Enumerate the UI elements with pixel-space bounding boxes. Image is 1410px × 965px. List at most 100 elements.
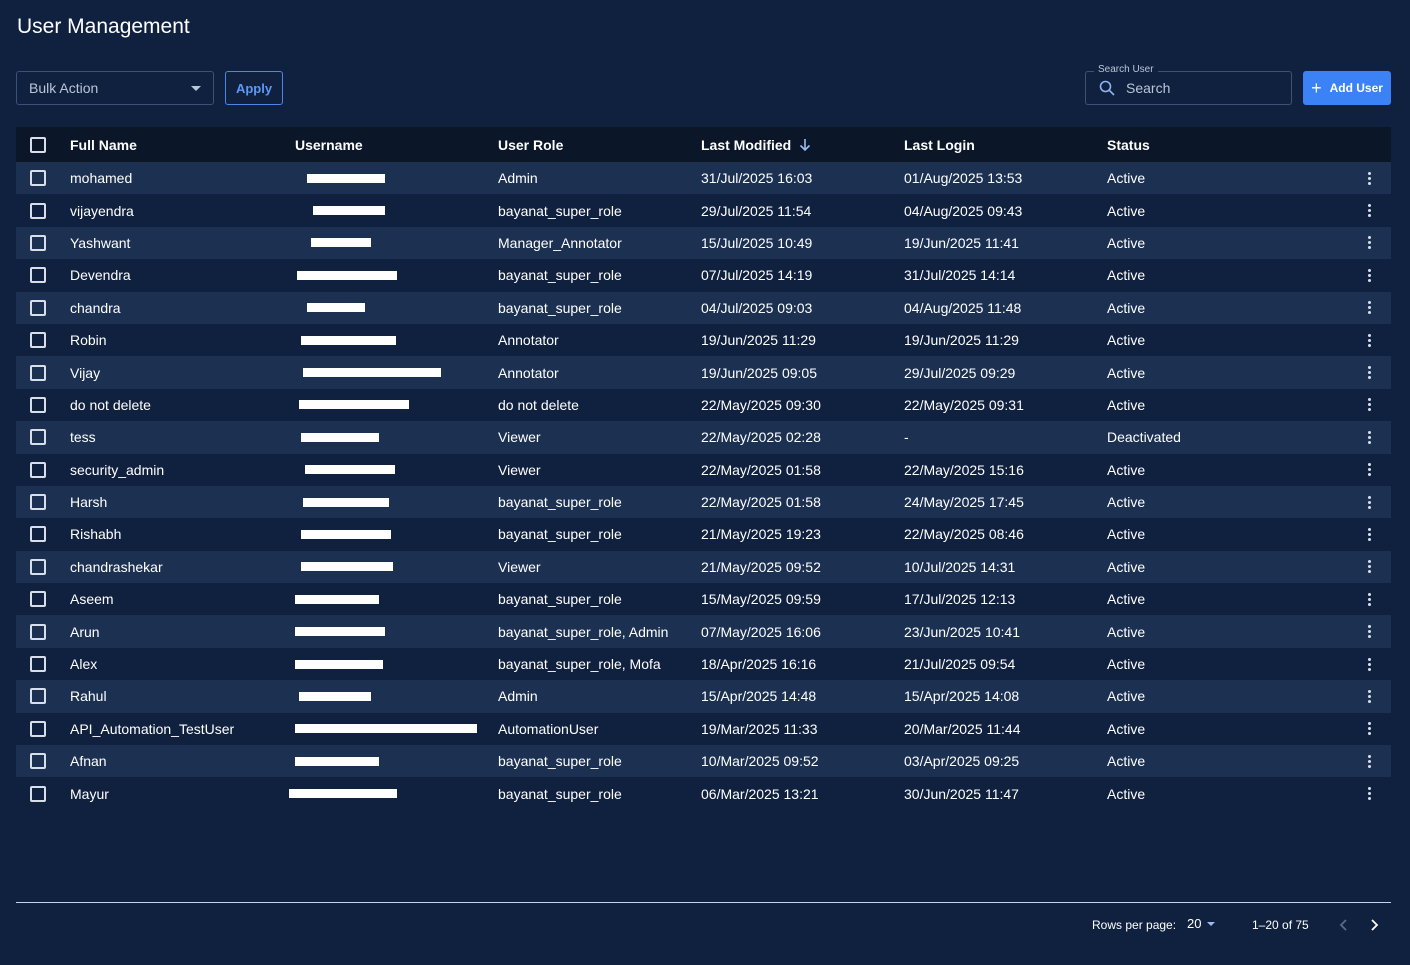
table-row[interactable]: vijayendra bayanat_super_role 29/Jul/2025 … xyxy=(16,194,1391,227)
more-vertical-icon[interactable] xyxy=(1364,753,1375,770)
table-row[interactable]: mohamed mohamed.s Admin 31/Jul/2025 16:03 01… xyxy=(16,162,1391,195)
table-row[interactable]: Aseem bayanat_super_role 15/May/2025 09:59… xyxy=(16,583,1391,616)
more-vertical-icon[interactable] xyxy=(1364,364,1375,381)
more-vertical-icon[interactable] xyxy=(1364,299,1375,316)
more-vertical-icon[interactable] xyxy=(1364,170,1375,187)
row-checkbox[interactable] xyxy=(30,170,46,187)
cell-last-modified: 19/Jun/2025 11:29 xyxy=(701,332,816,349)
cell-status: Active xyxy=(1107,656,1146,673)
cell-last-login: 04/Aug/2025 09:43 xyxy=(904,202,1023,219)
cell-full-name: Yashwant xyxy=(70,234,131,251)
table-row[interactable]: Rahul Admin 15/Apr/2025 14:48 15/Apr/2025 1… xyxy=(16,680,1391,713)
row-checkbox[interactable] xyxy=(30,558,46,575)
table-row[interactable]: Yashwant yash Manager_Annotator 15/Jul/2025… xyxy=(16,226,1391,260)
header-user-role[interactable]: User Role xyxy=(498,127,563,162)
table-row[interactable]: Alex bayanat_super_role, Mofa 18/Apr/2025 … xyxy=(16,647,1391,681)
table-header: Full Name Username User Role Last Modifi… xyxy=(16,127,1391,162)
header-last-modified[interactable]: Last Modified xyxy=(701,127,811,162)
select-all-checkbox[interactable] xyxy=(30,136,46,153)
more-vertical-icon[interactable] xyxy=(1364,234,1375,251)
cell-user-role: do not delete xyxy=(498,396,579,413)
cell-user-role: bayanat_super_role, Mofa xyxy=(498,656,661,673)
row-checkbox[interactable] xyxy=(30,656,46,673)
row-checkbox[interactable] xyxy=(30,591,46,608)
cell-last-modified: 06/Mar/2025 13:21 xyxy=(701,785,819,802)
table-row[interactable]: Rishabh rishabh bayanat_super_role 21/May/2… xyxy=(16,518,1391,551)
row-checkbox[interactable] xyxy=(30,623,46,640)
header-username[interactable]: Username xyxy=(295,127,363,162)
apply-button[interactable]: Apply xyxy=(225,71,283,105)
cell-status: Active xyxy=(1107,267,1146,284)
more-vertical-icon[interactable] xyxy=(1364,688,1375,705)
header-status[interactable]: Status xyxy=(1107,127,1150,162)
row-checkbox[interactable] xyxy=(30,299,46,316)
row-checkbox[interactable] xyxy=(30,526,46,543)
more-vertical-icon[interactable] xyxy=(1364,332,1375,349)
more-vertical-icon[interactable] xyxy=(1364,461,1375,478)
table-row[interactable]: tess tess Viewer 22/May/2025 02:28 - Deactiva… xyxy=(16,421,1391,454)
more-vertical-icon[interactable] xyxy=(1364,494,1375,511)
row-checkbox[interactable] xyxy=(30,429,46,446)
redacted-username xyxy=(295,756,379,766)
more-vertical-icon[interactable] xyxy=(1364,785,1375,802)
table-row[interactable]: Arun arun bayanat_super_role, Admin 07/May/… xyxy=(16,615,1391,648)
header-last-modified-label: Last Modified xyxy=(701,136,792,153)
row-checkbox[interactable] xyxy=(30,332,46,349)
rows-per-page-select[interactable]: 20 xyxy=(1187,916,1216,931)
table-row[interactable]: chandra chandra bayanat_super_role 04/Jul/2… xyxy=(16,291,1391,324)
redacted-username xyxy=(295,627,385,637)
cell-last-modified: 29/Jul/2025 11:54 xyxy=(701,202,812,219)
more-vertical-icon[interactable] xyxy=(1364,720,1375,737)
add-user-button[interactable]: + Add User xyxy=(1303,71,1391,105)
more-vertical-icon[interactable] xyxy=(1364,202,1375,219)
cell-last-login: 22/May/2025 09:31 xyxy=(904,396,1024,413)
cell-username: tess xyxy=(295,421,379,453)
more-vertical-icon[interactable] xyxy=(1364,656,1375,673)
cell-last-modified: 22/May/2025 01:58 xyxy=(701,461,821,478)
table-row[interactable]: Harsh Harsh.M bayanat_super_role 22/May/202… xyxy=(16,485,1391,519)
row-checkbox[interactable] xyxy=(30,202,46,219)
chevron-left-icon[interactable] xyxy=(1336,915,1352,935)
row-checkbox[interactable] xyxy=(30,267,46,284)
more-vertical-icon[interactable] xyxy=(1364,526,1375,543)
row-checkbox[interactable] xyxy=(30,785,46,802)
cell-user-role: bayanat_super_role xyxy=(498,202,622,219)
table-row[interactable]: Vijay vijay Annotator 19/Jun/2025 09:05 29/J… xyxy=(16,356,1391,389)
row-checkbox[interactable] xyxy=(30,494,46,511)
bulk-action-select[interactable]: Bulk Action xyxy=(16,71,214,105)
table-row[interactable]: Robin robin.s Annotator 19/Jun/2025 11:29 19… xyxy=(16,323,1391,357)
redacted-username xyxy=(305,465,395,475)
more-vertical-icon[interactable] xyxy=(1364,591,1375,608)
more-vertical-icon[interactable] xyxy=(1364,623,1375,640)
more-vertical-icon[interactable] xyxy=(1364,429,1375,446)
row-checkbox[interactable] xyxy=(30,753,46,770)
table-row[interactable]: security_admin security_a Viewer 22/May/202… xyxy=(16,453,1391,486)
cell-username: chandra.s xyxy=(295,551,393,583)
rows-per-page-value: 20 xyxy=(1187,916,1202,931)
row-checkbox[interactable] xyxy=(30,461,46,478)
table-row[interactable]: Afnan afnana bayanat_super_role 10/Mar/2025… xyxy=(16,745,1391,778)
more-vertical-icon[interactable] xyxy=(1364,558,1375,575)
table-row[interactable]: Mayur mayurb bayanat_super_role 06/Mar/2025… xyxy=(16,777,1391,810)
cell-full-name: Rahul xyxy=(70,688,107,705)
more-vertical-icon[interactable] xyxy=(1364,396,1375,413)
table-row[interactable]: chandrashekar chandra.s Viewer 21/May/2025 … xyxy=(16,550,1391,584)
row-checkbox[interactable] xyxy=(30,364,46,381)
row-checkbox[interactable] xyxy=(30,396,46,413)
cell-full-name: API_Automation_TestUser xyxy=(70,720,235,737)
search-field[interactable]: Search User xyxy=(1085,64,1292,105)
cell-username: yash xyxy=(295,227,371,259)
more-vertical-icon[interactable] xyxy=(1364,267,1375,284)
cell-last-login: 15/Apr/2025 14:08 xyxy=(904,688,1020,705)
row-checkbox[interactable] xyxy=(30,720,46,737)
table-row[interactable]: Devendra devendra.j bayanat_super_role 07/J… xyxy=(16,259,1391,292)
row-checkbox[interactable] xyxy=(30,234,46,251)
search-input[interactable] xyxy=(1126,72,1286,104)
header-full-name[interactable]: Full Name xyxy=(70,127,137,162)
row-checkbox[interactable] xyxy=(30,688,46,705)
table-row[interactable]: do not delete do not delete do not delete 2… xyxy=(16,388,1391,422)
table-row[interactable]: API_Automation_TestUser API_Automation_Te… xyxy=(16,712,1391,746)
cell-full-name: Arun xyxy=(70,623,100,640)
chevron-right-icon[interactable] xyxy=(1366,915,1382,935)
header-last-login[interactable]: Last Login xyxy=(904,127,975,162)
